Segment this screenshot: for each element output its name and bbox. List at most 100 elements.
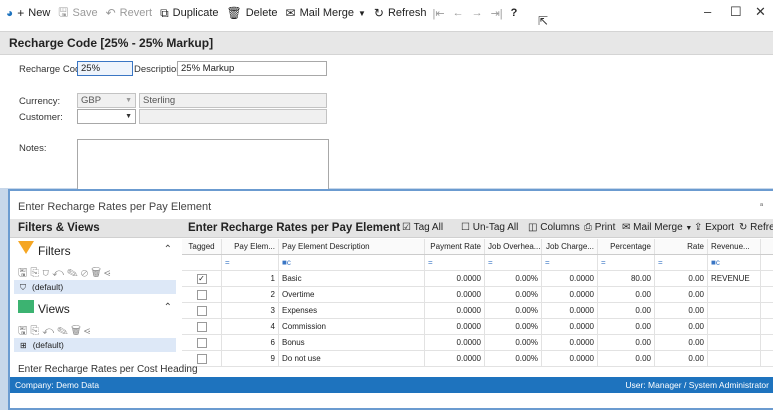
grid-refresh-button[interactable]: ↻ Refresh: [739, 222, 773, 233]
maximize-button[interactable]: ☐: [730, 4, 742, 20]
filter-cell[interactable]: =: [222, 255, 279, 270]
new-button[interactable]: + New: [17, 6, 50, 20]
table-row[interactable]: ✓ 1 Basic 0.0000 0.00% 0.0000 80.00 0.00 REVENUE: [182, 271, 773, 287]
cell-tagged[interactable]: [182, 303, 222, 318]
table-row[interactable]: 3 Expenses 0.0000 0.00% 0.0000 0.00 0.00: [182, 303, 773, 319]
filter-cell[interactable]: [182, 255, 222, 270]
pay-element-rates-panel: Enter Recharge Rates per Pay Element ᵃ F…: [8, 189, 773, 410]
recharge-code-input[interactable]: 25%: [77, 61, 133, 76]
column-header[interactable]: Job Overhea...: [485, 239, 542, 254]
collapse-icon[interactable]: ⌃: [164, 244, 172, 255]
filters-section-header[interactable]: Filters ⌃: [16, 241, 176, 261]
delete-button[interactable]: 🗑 Delete: [227, 6, 278, 20]
filter-delete-icon[interactable]: 🗑: [91, 267, 104, 279]
filter-cell[interactable]: =: [542, 255, 598, 270]
columns-button[interactable]: ◫ Columns: [528, 222, 580, 233]
tagged-checkbox[interactable]: [196, 289, 207, 300]
view-delete-icon[interactable]: 🗑: [71, 325, 84, 337]
filter-cell[interactable]: =: [425, 255, 485, 270]
view-new-icon[interactable]: ⎘: [30, 325, 42, 337]
minimize-button[interactable]: –: [704, 4, 711, 19]
revert-button[interactable]: ↶ Revert: [106, 6, 152, 20]
undo-icon: ↶: [105, 6, 116, 20]
duplicate-button[interactable]: ⧉ Duplicate: [160, 6, 218, 21]
customer-select[interactable]: ▼: [77, 109, 136, 124]
filter-edit-icon[interactable]: ✎: [67, 267, 81, 279]
view-share-icon[interactable]: ⋖: [84, 325, 93, 337]
view-undo-icon[interactable]: ↶: [42, 325, 57, 337]
views-default-item[interactable]: ⊞ (default): [14, 338, 176, 352]
cell-overhead: 0.00%: [485, 319, 542, 334]
cell-code: 9: [222, 351, 279, 366]
print-button[interactable]: ⎙ Print: [584, 222, 615, 233]
help-button[interactable]: ?: [511, 7, 518, 19]
close-button[interactable]: ✕: [755, 4, 766, 20]
column-header[interactable]: Payment Rate: [425, 239, 485, 254]
column-header[interactable]: Job Charge...: [542, 239, 598, 254]
untag-all-button[interactable]: ☐ Un-Tag All: [461, 222, 518, 233]
previous-record-button[interactable]: ←: [453, 7, 464, 19]
cell-code: 3: [222, 303, 279, 318]
collapse-icon[interactable]: ⌃: [164, 302, 172, 313]
filter-new-icon[interactable]: ⎘: [30, 267, 42, 279]
next-record-button[interactable]: →: [472, 7, 483, 19]
views-section-header[interactable]: Views ⌃: [16, 299, 176, 319]
cost-heading-section-title: Enter Recharge Rates per Cost Heading: [18, 364, 198, 375]
filter-save-icon[interactable]: 🖫: [18, 267, 30, 279]
chevron-down-icon: ▼: [125, 97, 132, 104]
refresh-button[interactable]: ↻ Refresh: [374, 6, 427, 20]
pin-icon[interactable]: ᵃ: [760, 201, 763, 210]
last-record-button[interactable]: ⇥|: [491, 7, 503, 20]
export-button[interactable]: ⇪ Export: [694, 222, 734, 233]
filters-views-panel: Filters & Views Filters ⌃ 🖫⎘⛉↶✎⊘🗑⋖ ⛉ (def…: [10, 219, 182, 361]
cell-tagged[interactable]: [182, 287, 222, 302]
currency-name-field: Sterling: [139, 93, 327, 108]
cell-overhead: 0.00%: [485, 287, 542, 302]
cell-tagged[interactable]: [182, 319, 222, 334]
column-header[interactable]: Rate: [655, 239, 708, 254]
tagged-checkbox[interactable]: [196, 305, 207, 316]
column-header[interactable]: Pay Elem...: [222, 239, 279, 254]
filter-cell[interactable]: =: [485, 255, 542, 270]
table-row[interactable]: 6 Bonus 0.0000 0.00% 0.0000 0.00 0.00: [182, 335, 773, 351]
filter-undo-icon[interactable]: ↶: [52, 267, 67, 279]
filter-cell[interactable]: ■c: [708, 255, 761, 270]
cell-rate: 0.00: [655, 319, 708, 334]
table-row[interactable]: 9 Do not use 0.0000 0.00% 0.0000 0.00 0.00: [182, 351, 773, 367]
mail-merge-button[interactable]: ✉ Mail Merge ▼: [286, 6, 366, 20]
filters-views-header: Filters & Views: [10, 219, 182, 238]
tagged-checkbox[interactable]: [196, 337, 207, 348]
first-record-button[interactable]: |⇤: [433, 7, 445, 20]
filter-cell[interactable]: =: [655, 255, 708, 270]
filter-icon[interactable]: ⛉: [42, 267, 52, 279]
cell-code: 1: [222, 271, 279, 286]
customer-label: Customer:: [19, 112, 63, 123]
tag-all-button[interactable]: ☑ Tag All: [402, 222, 443, 233]
table-row[interactable]: 2 Overtime 0.0000 0.00% 0.0000 0.00 0.00: [182, 287, 773, 303]
filter-cell[interactable]: =: [598, 255, 655, 270]
notes-textarea[interactable]: [77, 139, 329, 189]
cell-percentage: 0.00: [598, 287, 655, 302]
cell-tagged[interactable]: [182, 335, 222, 350]
column-header[interactable]: Revenue...: [708, 239, 761, 254]
filter-clear-icon[interactable]: ⊘: [81, 267, 91, 279]
save-button[interactable]: 🖫 Save: [58, 3, 97, 24]
tagged-checkbox[interactable]: [196, 321, 207, 332]
currency-select[interactable]: GBP ▼: [77, 93, 136, 108]
tagged-checkbox[interactable]: [196, 353, 207, 364]
filters-default-item[interactable]: ⛉ (default): [14, 280, 176, 294]
column-header[interactable]: Tagged: [182, 239, 222, 254]
filter-share-icon[interactable]: ⋖: [104, 267, 113, 279]
column-header[interactable]: Pay Element Description: [279, 239, 425, 254]
column-header[interactable]: Percentage: [598, 239, 655, 254]
description-input[interactable]: 25% Markup: [177, 61, 327, 76]
cell-revenue: [708, 335, 761, 350]
mouse-cursor-icon: ⇱: [538, 14, 549, 28]
cell-tagged[interactable]: ✓: [182, 271, 222, 286]
view-save-icon[interactable]: 🖫: [18, 325, 30, 337]
view-edit-icon[interactable]: ✎: [57, 325, 71, 337]
grid-mail-merge-button[interactable]: ✉ Mail Merge ▼: [622, 222, 692, 233]
filter-cell[interactable]: ■c: [279, 255, 425, 270]
tagged-checkbox[interactable]: ✓: [196, 273, 207, 284]
table-row[interactable]: 4 Commission 0.0000 0.00% 0.0000 0.00 0.00: [182, 319, 773, 335]
